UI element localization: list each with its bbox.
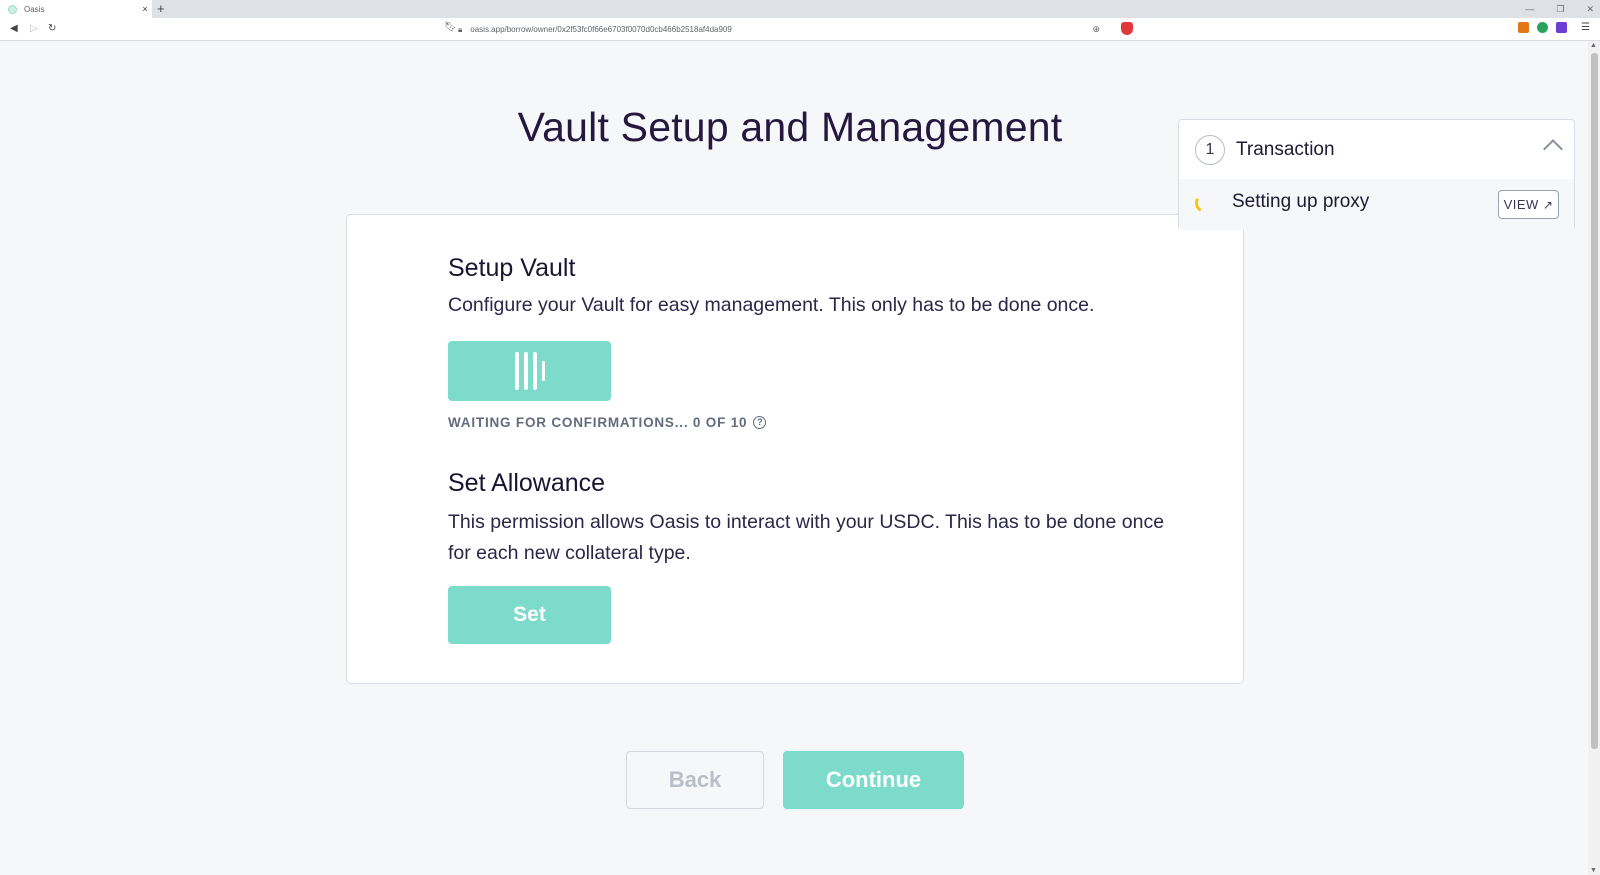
transaction-item: Setting up proxy VIEW ↗	[1179, 179, 1574, 230]
browser-toolbar: ◀ ▷ ↻ 🔖︎ 🔒︎ oasis.app/borrow/owner/0x2f5…	[0, 18, 1600, 41]
new-tab-button[interactable]: +	[157, 1, 165, 17]
set-allowance-title: Set Allowance	[448, 469, 606, 497]
confirmation-status: WAITING FOR CONFIRMATIONS... 0 OF 10 ?	[448, 415, 767, 430]
tab-close-icon[interactable]: ×	[138, 4, 152, 14]
brave-shield-icon[interactable]	[1121, 22, 1133, 35]
browser-tabbar: Oasis × + — ❐ ✕	[0, 0, 1600, 18]
extension-icons: ☰	[1518, 22, 1590, 33]
view-label: VIEW	[1503, 197, 1539, 212]
oasis-favicon-icon	[8, 4, 17, 14]
transaction-title: Transaction	[1236, 139, 1335, 160]
help-icon[interactable]: ?	[753, 416, 767, 429]
window-controls: — ❐ ✕	[1525, 0, 1594, 18]
loading-bar-icon	[532, 352, 537, 390]
transaction-count-badge: 1	[1195, 135, 1225, 165]
url-text[interactable]: oasis.app/borrow/owner/0x2f53fc0f66e6703…	[470, 25, 1092, 34]
back-icon[interactable]: ◀	[10, 22, 18, 36]
menu-icon[interactable]: ☰	[1581, 22, 1590, 33]
forward-icon[interactable]: ▷	[30, 22, 38, 36]
extension-green-icon[interactable]	[1537, 22, 1549, 33]
setup-vault-title: Setup Vault	[448, 254, 576, 282]
external-link-icon: ↗	[1542, 197, 1554, 212]
transaction-item-label: Setting up proxy	[1232, 191, 1370, 212]
setup-vault-loading-button[interactable]	[448, 341, 611, 401]
continue-button[interactable]: Continue	[783, 751, 964, 809]
loading-bar-icon	[514, 352, 519, 390]
lock-icon: 🔒︎	[458, 24, 463, 34]
loading-bar-icon	[541, 361, 545, 381]
view-transaction-button[interactable]: VIEW ↗	[1498, 190, 1559, 219]
extension-purple-icon[interactable]	[1556, 22, 1568, 33]
set-allowance-description: This permission allows Oasis to interact…	[448, 511, 1165, 564]
vault-setup-card: Setup Vault Configure your Vault for eas…	[346, 214, 1244, 684]
page-scrollbar[interactable]: ▲ ▼	[1588, 41, 1600, 875]
spinner-icon	[1192, 190, 1218, 216]
transaction-panel: 1 Transaction Setting up proxy VIEW ↗	[1178, 119, 1575, 230]
metamask-icon[interactable]	[1518, 22, 1530, 33]
scroll-thumb[interactable]	[1591, 53, 1598, 749]
setup-vault-description: Configure your Vault for easy management…	[448, 294, 1095, 316]
browser-tab[interactable]: Oasis ×	[0, 0, 152, 18]
minimize-icon[interactable]: —	[1525, 4, 1534, 14]
restore-icon[interactable]: ❐	[1556, 4, 1564, 15]
page-title: Vault Setup and Management	[517, 104, 1063, 150]
set-allowance-button[interactable]: Set	[448, 586, 611, 644]
chevron-up-icon[interactable]	[1543, 139, 1563, 159]
back-button[interactable]: Back	[626, 751, 764, 809]
address-bar[interactable]: 🔒︎ oasis.app/borrow/owner/0x2f53fc0f66e6…	[458, 21, 1108, 38]
loading-bar-icon	[523, 352, 528, 390]
scroll-down-icon[interactable]: ▼	[1590, 867, 1597, 874]
zoom-icon[interactable]: ⊕	[1092, 24, 1100, 35]
tab-title: Oasis	[24, 4, 45, 14]
reload-icon[interactable]: ↻	[48, 22, 56, 36]
confirmation-status-text: WAITING FOR CONFIRMATIONS... 0 OF 10	[448, 415, 748, 430]
transaction-header[interactable]: 1 Transaction	[1179, 120, 1574, 179]
bookmark-icon[interactable]: 🔖︎	[444, 22, 457, 33]
scroll-up-icon[interactable]: ▲	[1590, 42, 1597, 49]
close-window-icon[interactable]: ✕	[1586, 4, 1594, 15]
